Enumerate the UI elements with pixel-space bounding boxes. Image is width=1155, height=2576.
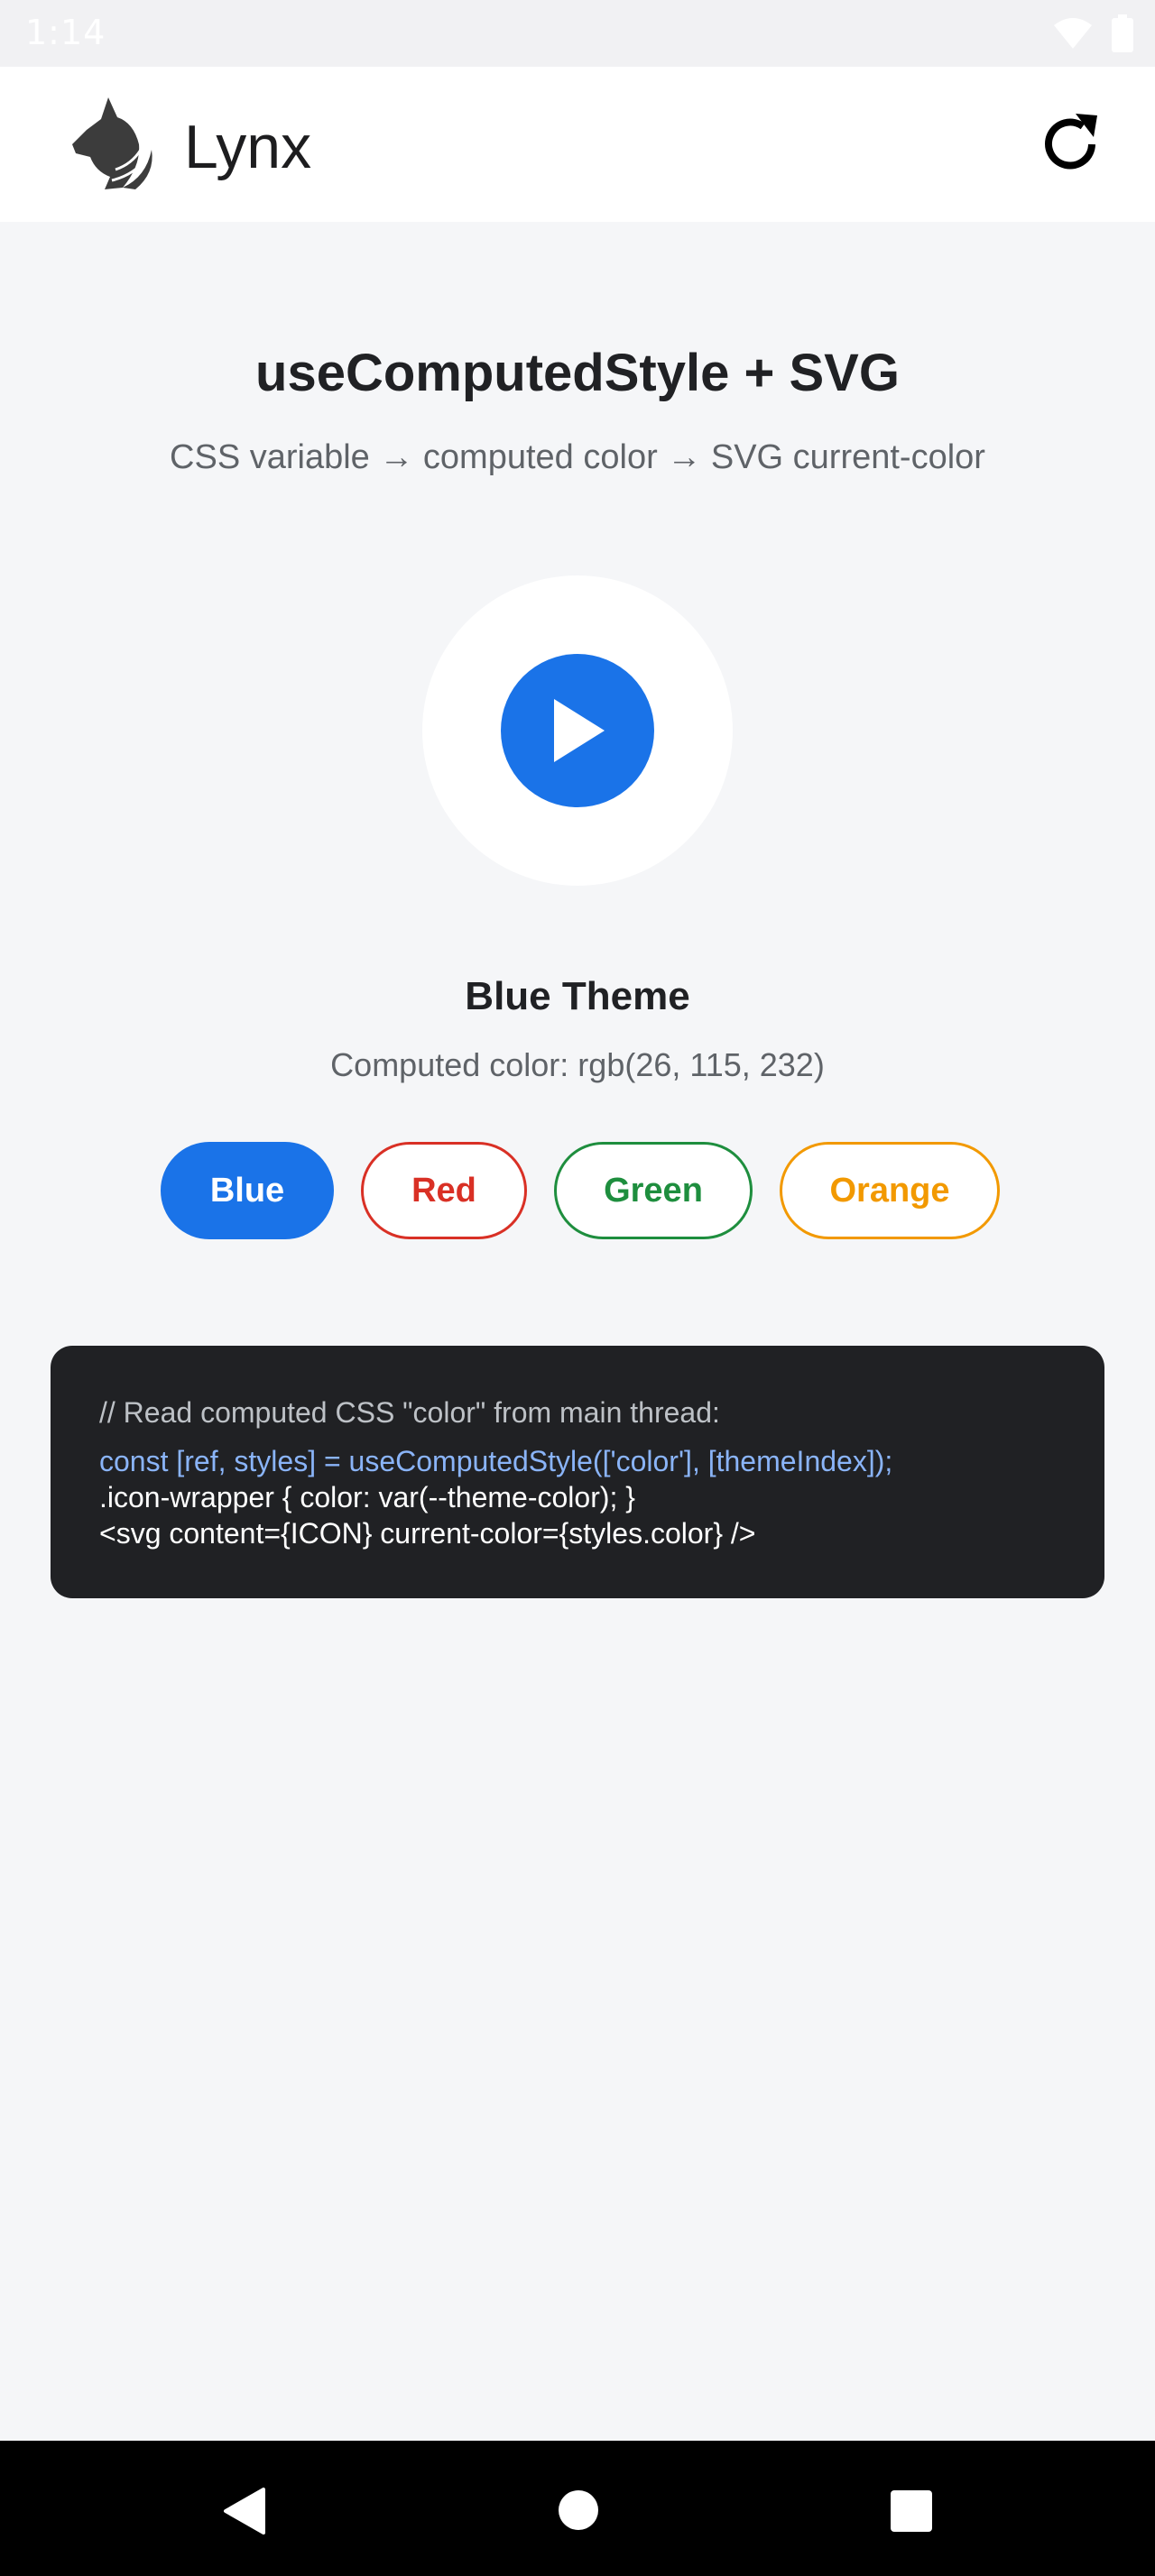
status-time: 1:14 <box>25 13 106 52</box>
icon-wrapper <box>422 575 733 886</box>
status-icons <box>1052 14 1133 52</box>
theme-buttons: Blue Red Green Orange <box>161 1142 1000 1239</box>
lynx-logo-icon <box>72 97 152 189</box>
home-icon[interactable] <box>558 2489 599 2531</box>
battery-icon <box>1112 14 1133 52</box>
theme-title: Blue Theme <box>465 974 690 1018</box>
theme-button-orange[interactable]: Orange <box>780 1142 1000 1239</box>
reload-icon <box>1045 114 1097 170</box>
code-line-css: .icon-wrapper { color: var(--theme-color… <box>99 1481 635 1513</box>
theme-button-blue[interactable]: Blue <box>161 1142 334 1239</box>
play-circle <box>501 654 654 807</box>
computed-color-text: Computed color: rgb(26, 115, 232) <box>330 1046 825 1083</box>
status-bar: 1:14 <box>0 0 1155 67</box>
screen: 1:14 Lynx useComputedStyle + SVG CSS var… <box>0 0 1155 2576</box>
recents-icon[interactable] <box>890 2489 933 2533</box>
play-icon <box>554 699 605 762</box>
navigation-bar <box>0 2441 1155 2576</box>
code-line-hook: const [ref, styles] = useComputedStyle([… <box>99 1445 893 1477</box>
back-icon[interactable] <box>222 2486 267 2536</box>
code-line-svg: <svg content={ICON} current-color={style… <box>99 1517 756 1550</box>
code-block: // Read computed CSS "color" from main t… <box>51 1346 1104 1598</box>
page-subtitle: CSS variable → computed color → SVG curr… <box>170 438 985 476</box>
theme-button-green[interactable]: Green <box>554 1142 753 1239</box>
code-comment: // Read computed CSS "color" from main t… <box>99 1396 720 1429</box>
wifi-icon <box>1054 18 1092 49</box>
app-title: Lynx <box>184 113 312 181</box>
app-bar: Lynx <box>0 67 1155 222</box>
page-title: useComputedStyle + SVG <box>255 344 900 402</box>
reload-button[interactable] <box>1025 99 1115 189</box>
theme-button-red[interactable]: Red <box>361 1142 527 1239</box>
